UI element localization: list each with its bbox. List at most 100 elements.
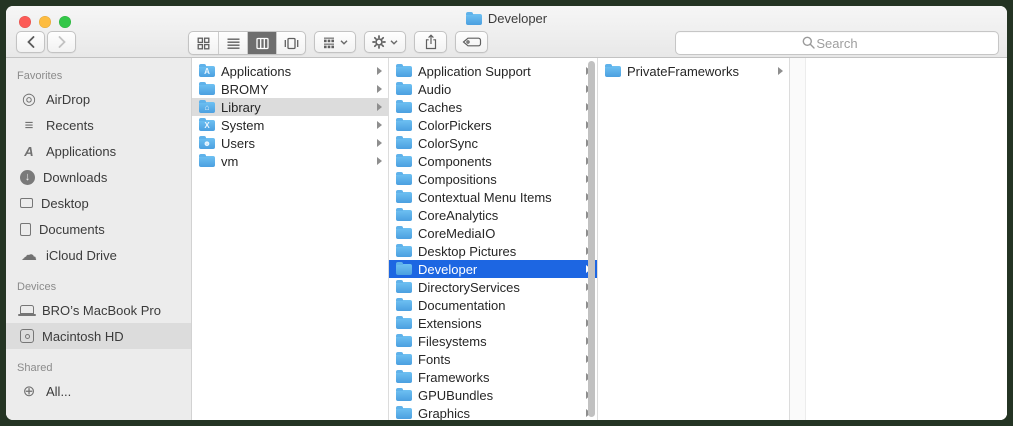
icon-view-icon — [197, 37, 210, 49]
share-icon — [425, 34, 436, 50]
sidebar-item-documents[interactable]: Documents — [6, 216, 191, 242]
file-row[interactable]: Components — [389, 152, 597, 170]
titlebar[interactable]: Developer — [6, 6, 1007, 58]
airdrop-icon: ◎ — [22, 91, 36, 108]
columns: A Applications BROMY ⌂ Library X System ☻ Users v… — [192, 58, 1007, 420]
back-button[interactable] — [16, 31, 45, 53]
sidebar-item-applications[interactable]: A Applications — [6, 138, 191, 164]
file-row[interactable]: ColorSync — [389, 134, 597, 152]
finder-column-2: Application Support Audio Caches ColorPicke… — [389, 58, 598, 420]
title-row: Developer — [6, 6, 1007, 31]
zoom-button[interactable] — [59, 16, 71, 28]
file-row[interactable]: Graphics — [389, 404, 597, 420]
view-list-button[interactable] — [218, 32, 247, 54]
sidebar-item-downloads[interactable]: ↓ Downloads — [6, 164, 191, 190]
share-button[interactable] — [414, 31, 447, 53]
tags-button[interactable] — [455, 31, 488, 53]
column-scrollbar[interactable] — [588, 61, 595, 417]
sidebar-item-label: Applications — [46, 143, 117, 159]
sidebar-item-desktop[interactable]: Desktop — [6, 190, 191, 216]
file-row[interactable]: vm — [192, 152, 388, 170]
chevron-right-icon — [377, 103, 382, 111]
sidebar-item-icloud-drive[interactable]: ☁ iCloud Drive — [6, 242, 191, 268]
chevron-right-icon — [377, 139, 382, 147]
group-button[interactable] — [314, 31, 356, 53]
file-row[interactable]: Contextual Menu Items — [389, 188, 597, 206]
file-name: Application Support — [418, 63, 531, 79]
close-button[interactable] — [19, 16, 31, 28]
sidebar-item-recents[interactable]: ≡ Recents — [6, 112, 191, 138]
minimize-button[interactable] — [39, 16, 51, 28]
empty-column — [806, 58, 1007, 420]
folder-glyph: X — [204, 121, 210, 130]
file-row[interactable]: CoreAnalytics — [389, 206, 597, 224]
file-row[interactable]: A Applications — [192, 62, 388, 80]
file-name: Fonts — [418, 351, 451, 367]
sidebar-item-bro-s-macbook-pro[interactable]: BRO’s MacBook Pro — [6, 297, 191, 323]
nav-buttons — [16, 31, 76, 53]
folder-glyph: ⌂ — [204, 103, 210, 112]
view-gallery-button[interactable] — [276, 32, 305, 54]
folder-icon — [396, 64, 412, 77]
file-name: ColorSync — [418, 135, 478, 151]
sidebar-item-label: BRO’s MacBook Pro — [42, 302, 161, 318]
forward-button[interactable] — [47, 31, 76, 53]
sidebar-item-label: Documents — [39, 221, 105, 237]
file-row[interactable]: ColorPickers — [389, 116, 597, 134]
search-field[interactable] — [675, 31, 999, 55]
file-row[interactable]: Frameworks — [389, 368, 597, 386]
file-row[interactable]: BROMY — [192, 80, 388, 98]
sidebar-item-airdrop[interactable]: ◎ AirDrop — [6, 86, 191, 112]
file-row[interactable]: Compositions — [389, 170, 597, 188]
sidebar-item-macintosh-hd[interactable]: Macintosh HD — [6, 323, 191, 349]
view-icons-button[interactable] — [189, 32, 218, 54]
folder-icon — [396, 154, 412, 167]
chevron-right-icon — [778, 67, 783, 75]
file-row[interactable]: Filesystems — [389, 332, 597, 350]
folder-icon — [396, 388, 412, 401]
folder-icon — [396, 190, 412, 203]
file-row[interactable]: Desktop Pictures — [389, 242, 597, 260]
folder-icon — [396, 406, 412, 419]
window-title: Developer — [487, 11, 548, 26]
file-row[interactable]: Application Support — [389, 62, 597, 80]
tag-icon — [462, 37, 481, 47]
folder-icon — [396, 244, 412, 257]
file-row[interactable]: Documentation — [389, 296, 597, 314]
sidebar-item-label: iCloud Drive — [46, 247, 117, 263]
folder-glyph: A — [204, 67, 210, 76]
file-row[interactable]: GPUBundles — [389, 386, 597, 404]
file-name: vm — [221, 153, 239, 169]
downloads-icon: ↓ — [20, 169, 35, 185]
file-name: Audio — [418, 81, 452, 97]
folder-icon: ☻ — [199, 136, 215, 149]
file-row[interactable]: Developer — [389, 260, 597, 278]
file-name: DirectoryServices — [418, 279, 520, 295]
hdd-icon — [20, 329, 34, 343]
sidebar-item-label: Macintosh HD — [42, 328, 124, 344]
file-name: Graphics — [418, 405, 471, 421]
sidebar: Favorites ◎ AirDrop ≡ Recents A Applications ↓ D… — [6, 58, 192, 420]
file-row[interactable]: X System — [192, 116, 388, 134]
file-row[interactable]: ⌂ Library — [192, 98, 388, 116]
file-row[interactable]: CoreMediaIO — [389, 224, 597, 242]
file-row[interactable]: Extensions — [389, 314, 597, 332]
file-name: BROMY — [221, 81, 269, 97]
sidebar-item-label: All... — [46, 383, 72, 399]
file-row[interactable]: Audio — [389, 80, 597, 98]
action-button[interactable] — [364, 31, 406, 53]
file-row[interactable]: PrivateFrameworks — [598, 62, 789, 80]
folder-icon — [199, 82, 215, 95]
view-columns-button[interactable] — [247, 32, 276, 54]
sidebar-item-label: Desktop — [41, 195, 89, 211]
file-name: Library — [221, 99, 261, 115]
sidebar-item-all[interactable]: ⊕ All... — [6, 378, 191, 404]
folder-icon — [396, 82, 412, 95]
file-row[interactable]: Fonts — [389, 350, 597, 368]
file-row[interactable]: ☻ Users — [192, 134, 388, 152]
recents-icon: ≡ — [24, 116, 34, 134]
chevron-down-icon — [340, 39, 348, 45]
search-input[interactable] — [676, 35, 998, 51]
file-row[interactable]: DirectoryServices — [389, 278, 597, 296]
file-row[interactable]: Caches — [389, 98, 597, 116]
